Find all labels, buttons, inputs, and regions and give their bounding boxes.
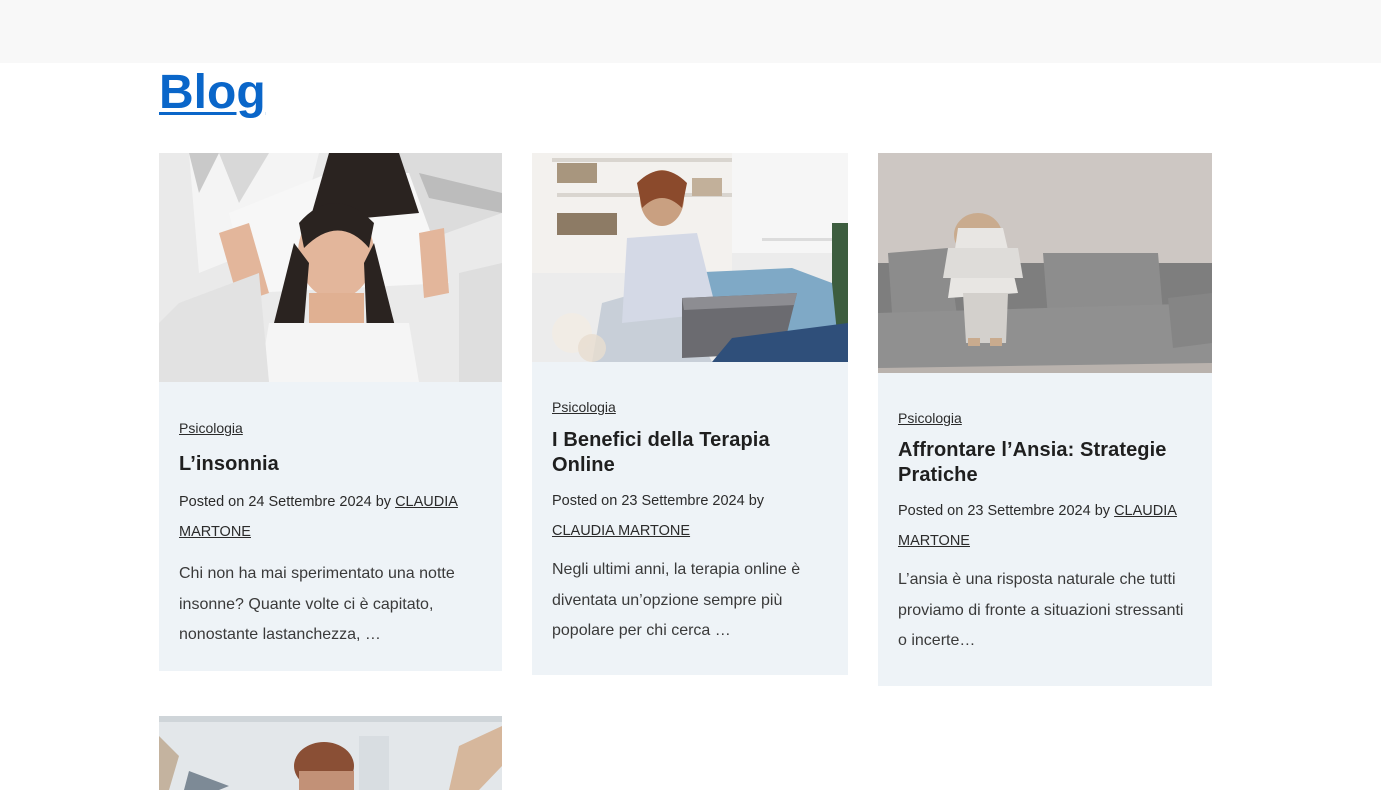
post-date[interactable]: 23 Settembre 2024 — [621, 493, 744, 509]
post-card: Psicologia L’insonnia Posted on 24 Sette… — [159, 153, 502, 671]
post-meta: Posted on 23 Settembre 2024 by CLAUDIA M… — [898, 496, 1192, 556]
by-label: by — [748, 493, 765, 509]
post-card: Psicologia I Benefici della Terapia Onli… — [532, 153, 848, 675]
post-date[interactable]: 23 Settembre 2024 — [967, 503, 1090, 519]
post-title[interactable]: I Benefici della Terapia Online — [552, 428, 828, 478]
post-meta: Posted on 24 Settembre 2024 by CLAUDIA M… — [179, 487, 482, 547]
post-card — [159, 716, 502, 790]
post-excerpt: L’ansia è una risposta naturale che tutt… — [898, 571, 1184, 649]
post-category-link[interactable]: Psicologia — [179, 419, 243, 437]
by-label: by — [1094, 503, 1111, 519]
post-thumbnail[interactable] — [532, 153, 848, 362]
post-thumbnail[interactable] — [159, 716, 502, 790]
posted-on-label: Posted on — [552, 493, 618, 509]
page-title[interactable]: Blog — [159, 66, 266, 120]
post-excerpt: Chi non ha mai sperimentato una notte in… — [179, 565, 455, 643]
post-date[interactable]: 24 Settembre 2024 — [248, 494, 371, 510]
post-thumbnail[interactable] — [159, 153, 502, 382]
site-header-bar — [0, 0, 1381, 63]
post-thumbnail[interactable] — [878, 153, 1212, 373]
post-title[interactable]: L’insonnia — [179, 452, 482, 477]
posted-on-label: Posted on — [179, 494, 245, 510]
post-card: Psicologia Affrontare l’Ansia: Strategie… — [878, 153, 1212, 686]
post-title[interactable]: Affrontare l’Ansia: Strategie Pratiche — [898, 438, 1192, 488]
by-label: by — [375, 494, 392, 510]
post-author-link[interactable]: CLAUDIA MARTONE — [552, 523, 690, 539]
post-category-link[interactable]: Psicologia — [552, 398, 616, 416]
post-excerpt: Negli ultimi anni, la terapia online è d… — [552, 561, 801, 639]
posted-on-label: Posted on — [898, 503, 964, 519]
post-meta: Posted on 23 Settembre 2024 by CLAUDIA M… — [552, 486, 828, 546]
post-category-link[interactable]: Psicologia — [898, 409, 962, 427]
